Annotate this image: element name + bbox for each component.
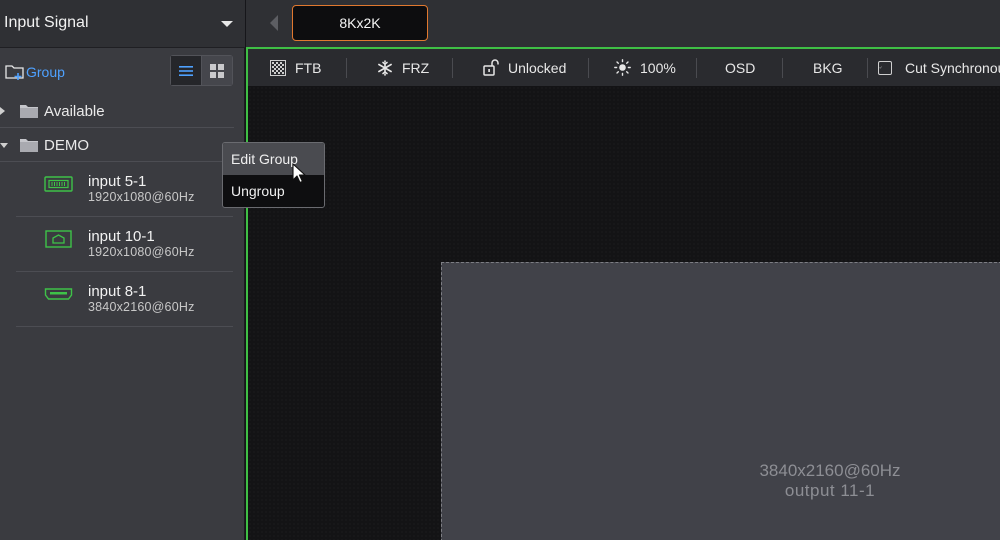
tree-group-demo[interactable]: DEMO	[0, 128, 234, 162]
sun-icon	[614, 59, 631, 76]
bkg-label: BKG	[813, 59, 843, 76]
input-item-8-1[interactable]: input 8-1 3840x2160@60Hz	[16, 272, 233, 327]
view-toggle	[170, 55, 233, 86]
hdmi-port-icon	[44, 288, 73, 300]
tree-group-available[interactable]: Available	[0, 94, 234, 128]
ftb-button[interactable]: FTB	[270, 49, 321, 86]
ftb-label: FTB	[295, 59, 322, 76]
toolbar-divider	[867, 58, 868, 78]
toolbar-divider	[452, 58, 453, 78]
list-view-button[interactable]	[171, 56, 202, 85]
cut-synchronous-toggle[interactable]: Cut Synchronou	[878, 49, 1000, 86]
screen-workspace[interactable]: FTB FRZ Unlocked 100% OSD BKG Cut Synchr…	[246, 47, 1000, 540]
checkbox-checked[interactable]	[878, 60, 892, 75]
toolbar-divider	[346, 58, 347, 78]
cut-synchronous-label: Cut Synchronou	[905, 59, 1000, 76]
checkmark-icon	[879, 66, 882, 69]
folder-icon	[20, 139, 38, 152]
osd-button[interactable]: OSD	[725, 49, 755, 86]
expand-arrow-icon[interactable]	[0, 107, 5, 115]
panel-title: Input Signal	[4, 14, 89, 31]
screen-toolbar: FTB FRZ Unlocked 100% OSD BKG Cut Synchr…	[248, 49, 1000, 86]
brightness-value: 100%	[640, 59, 676, 76]
panel-header-dropdown[interactable]: Input Signal	[0, 0, 245, 48]
caret-down-icon[interactable]	[221, 21, 233, 27]
grid-view-button[interactable]	[201, 56, 232, 85]
add-group-button[interactable]: Group	[4, 61, 65, 83]
bkg-button[interactable]: BKG	[813, 49, 843, 86]
lock-label: Unlocked	[508, 59, 567, 76]
input-name: input 10-1	[88, 228, 155, 245]
input-signal-panel: Input Signal Group Available DEMO input …	[0, 0, 245, 540]
mouse-pointer-icon	[292, 163, 306, 184]
dvi-port-icon	[44, 176, 73, 192]
toolbar-divider	[696, 58, 697, 78]
group-context-menu: Edit Group Ungroup	[222, 142, 325, 208]
output-resolution: 3840x2160@60Hz	[759, 461, 901, 480]
input-resolution: 1920x1080@60Hz	[88, 190, 195, 204]
toolbar-divider	[588, 58, 589, 78]
snowflake-icon	[378, 59, 392, 76]
input-resolution: 3840x2160@60Hz	[88, 300, 195, 314]
menu-item-ungroup[interactable]: Ungroup	[223, 175, 324, 207]
tree-group-label: DEMO	[44, 137, 89, 154]
add-folder-icon	[5, 65, 24, 80]
frz-label: FRZ	[402, 59, 430, 76]
input-name: input 8-1	[88, 283, 147, 300]
output-layer[interactable]: 3840x2160@60Hz output 11-1	[441, 262, 1000, 540]
previous-arrow-icon[interactable]	[270, 15, 278, 31]
output-name: output 11-1	[784, 481, 876, 500]
checker-pattern-icon	[270, 59, 286, 76]
add-group-label: Group	[26, 64, 65, 80]
toolbar-divider	[782, 58, 783, 78]
frz-button[interactable]: FRZ	[377, 49, 429, 86]
grid-icon	[209, 63, 224, 78]
list-icon	[178, 65, 193, 76]
menu-item-edit-group[interactable]: Edit Group	[223, 143, 324, 175]
input-item-10-1[interactable]: input 10-1 1920x1080@60Hz	[16, 217, 233, 272]
collapse-arrow-icon[interactable]	[0, 143, 8, 148]
unlocked-padlock-icon	[483, 59, 499, 76]
screen-tab-8kx2k[interactable]: 8Kx2K	[292, 5, 428, 41]
displayport-icon	[45, 230, 72, 248]
tree-group-label: Available	[44, 103, 105, 120]
input-resolution: 1920x1080@60Hz	[88, 245, 195, 259]
input-name: input 5-1	[88, 173, 147, 190]
folder-icon	[20, 105, 38, 118]
osd-label: OSD	[725, 59, 756, 76]
screen-tab-bar: 8Kx2K	[246, 0, 1000, 47]
lock-toggle-button[interactable]: Unlocked	[483, 49, 566, 86]
brightness-button[interactable]: 100%	[614, 49, 676, 86]
input-item-5-1[interactable]: input 5-1 1920x1080@60Hz	[16, 162, 233, 217]
